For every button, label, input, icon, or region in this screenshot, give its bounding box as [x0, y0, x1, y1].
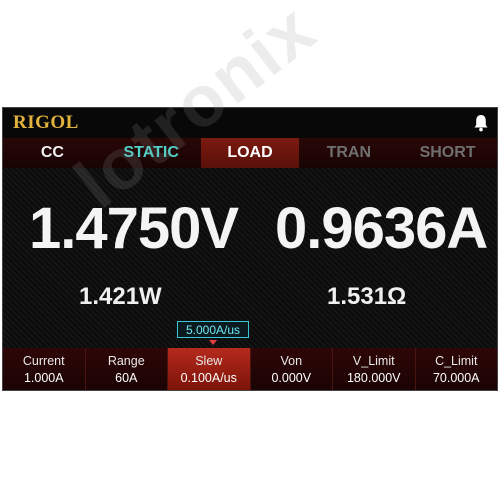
param-v-limit[interactable]: V_Limit 180.000V	[332, 348, 415, 390]
param-label: Current	[22, 354, 65, 368]
top-bar: RIGOL	[3, 108, 497, 138]
param-c-limit[interactable]: C_Limit 70.000A	[414, 348, 497, 390]
tab-tran[interactable]: TRAN	[299, 138, 398, 168]
param-label: C_Limit	[435, 354, 478, 368]
voltage-reading: 1.4750V	[29, 196, 239, 261]
tab-load[interactable]: LOAD	[200, 138, 300, 168]
tab-cc[interactable]: CC	[3, 138, 102, 168]
caret-down-icon	[209, 340, 217, 345]
mode-tabs: CC STATIC LOAD TRAN SHORT	[3, 138, 497, 168]
resistance-reading: 1.531Ω	[327, 283, 407, 310]
param-value: 60A	[115, 371, 138, 385]
slew-edit-input[interactable]: 5.000A/us	[177, 321, 249, 338]
param-value: 0.100A/us	[180, 371, 237, 385]
param-current[interactable]: Current 1.000A	[3, 348, 85, 390]
instrument-screen: RIGOL CC STATIC LOAD TRAN SHORT 1.4750V …	[2, 107, 498, 391]
param-value: 0.000V	[271, 371, 312, 385]
param-label: Von	[280, 354, 303, 368]
bell-icon[interactable]	[473, 114, 489, 132]
parameter-bar: Current 1.000A Range 60A Slew 0.100A/us …	[3, 348, 497, 390]
param-value: 1.000A	[23, 371, 64, 385]
current-reading: 0.9636A	[275, 196, 488, 261]
param-range[interactable]: Range 60A	[84, 348, 167, 390]
param-label: Slew	[195, 354, 223, 368]
power-reading: 1.421W	[79, 283, 162, 310]
rigol-logo: RIGOL	[13, 112, 79, 133]
param-label: V_Limit	[352, 354, 395, 368]
param-value: 70.000A	[432, 371, 480, 385]
param-von[interactable]: Von 0.000V	[249, 348, 332, 390]
param-label: Range	[107, 354, 145, 368]
param-slew[interactable]: Slew 0.100A/us	[167, 348, 250, 390]
measurement-area: 1.4750V 0.9636A 1.421W 1.531Ω 5.000A/us	[3, 168, 497, 348]
param-value: 180.000V	[346, 371, 401, 385]
tab-short[interactable]: SHORT	[398, 138, 497, 168]
tab-static[interactable]: STATIC	[102, 138, 201, 168]
